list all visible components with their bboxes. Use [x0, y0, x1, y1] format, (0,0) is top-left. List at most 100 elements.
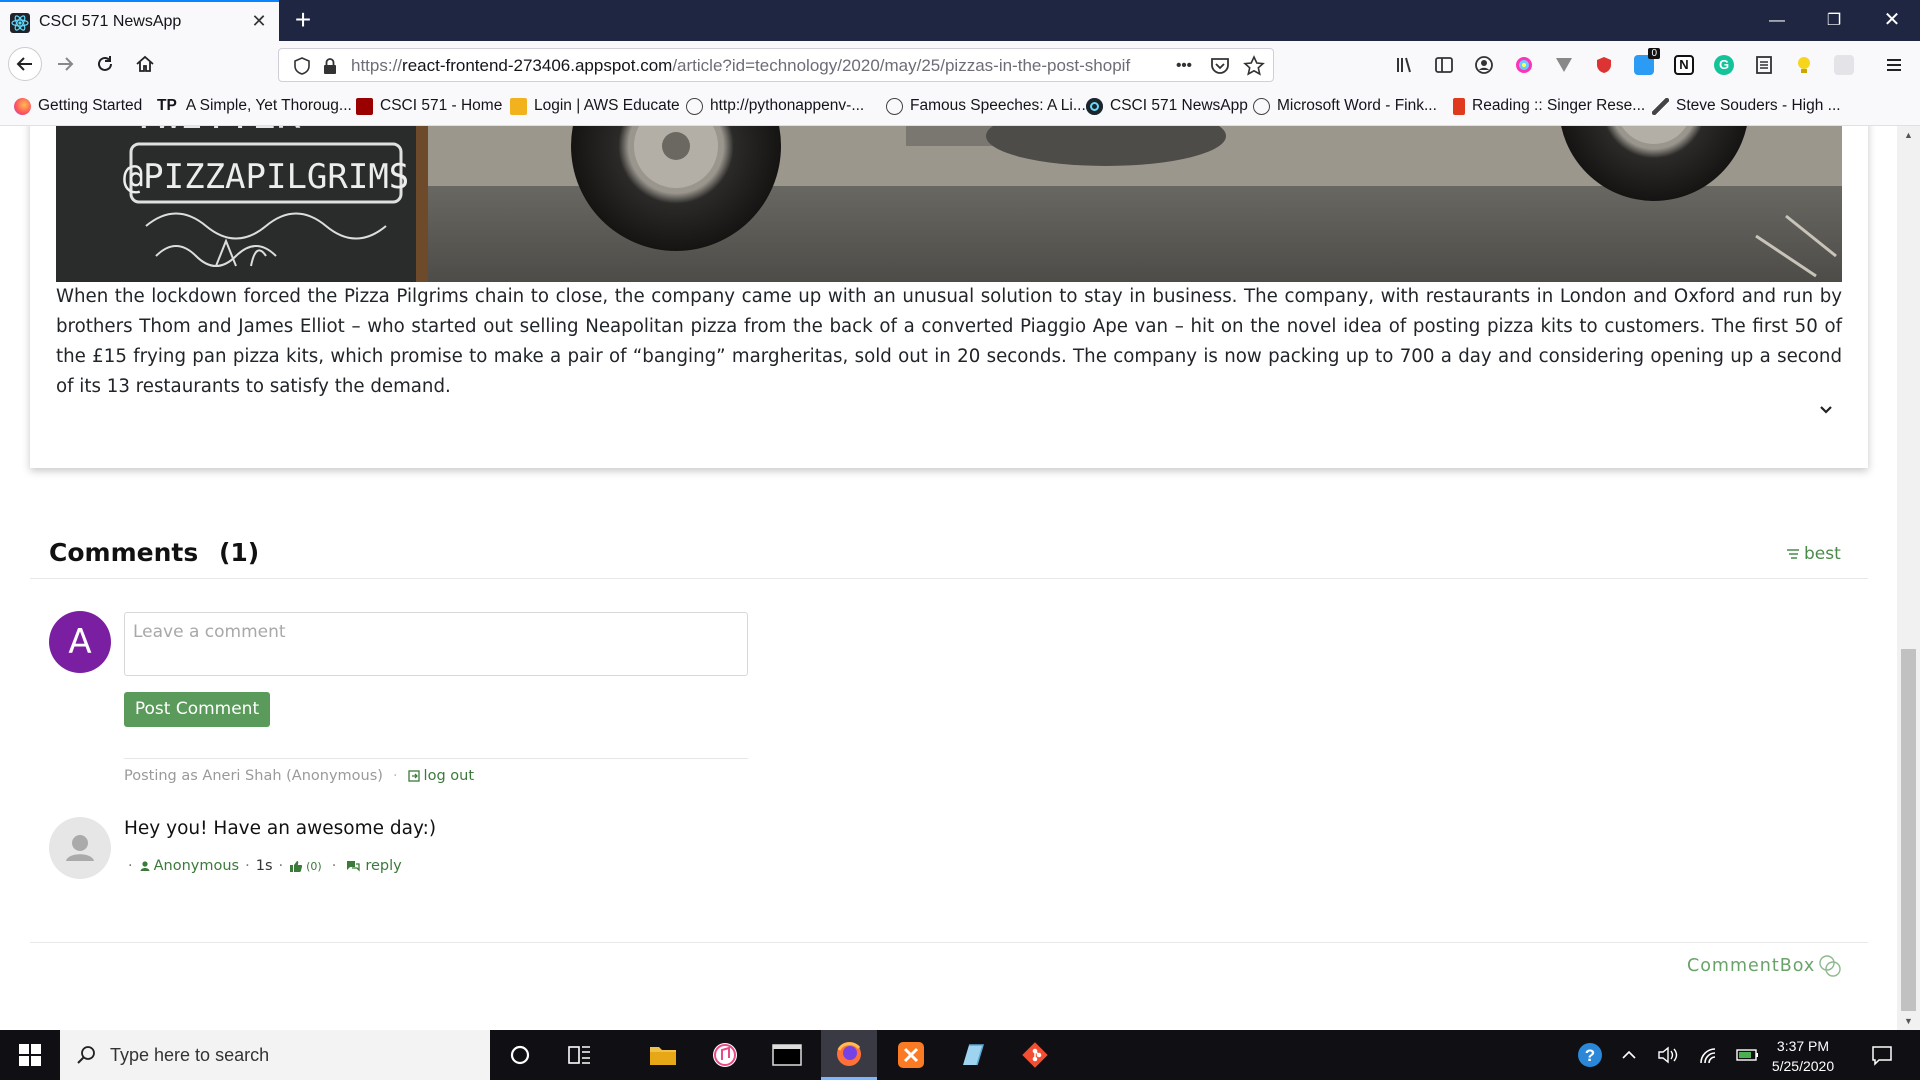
action-center-button[interactable] [1862, 1030, 1902, 1080]
address-bar[interactable]: https://react-frontend-273406.appspot.co… [278, 48, 1274, 82]
lock-icon[interactable] [321, 57, 339, 75]
comment-meta: · Anonymous · 1s · (0) · reply [122, 858, 402, 874]
tab-title: CSCI 571 NewsApp [39, 13, 182, 30]
color-picker-icon[interactable] [1514, 55, 1534, 75]
bookmark-pythonappenv[interactable]: http://pythonappenv-... [686, 96, 864, 116]
start-button[interactable] [0, 1030, 60, 1080]
windows-taskbar: Type here to search ? 3:37 PM 5/25/2020 [0, 1030, 1920, 1080]
page-actions-button[interactable]: ••• [1173, 55, 1195, 77]
reload-icon [98, 56, 112, 71]
extension-placeholder-icon[interactable] [1834, 55, 1854, 75]
lightbulb-icon[interactable] [1794, 55, 1814, 75]
task-view-button[interactable] [552, 1030, 608, 1080]
forward-button[interactable] [48, 47, 82, 81]
new-tab-button[interactable]: + [289, 6, 317, 34]
help-icon: ? [1578, 1043, 1602, 1067]
restore-button[interactable]: ❐ [1806, 0, 1862, 41]
close-tab-icon[interactable]: ✕ [248, 10, 270, 32]
taskbar-notepad[interactable] [945, 1030, 1001, 1080]
help-tray-button[interactable]: ? [1574, 1030, 1606, 1080]
comment-input[interactable] [124, 612, 748, 676]
reload-button[interactable] [88, 47, 122, 81]
bookmark-steve-souders[interactable]: Steve Souders - High ... [1652, 96, 1841, 116]
post-comment-button[interactable]: Post Comment [124, 692, 270, 727]
page-scrollbar[interactable]: ▲ ▼ [1897, 126, 1920, 1030]
hamburger-menu-icon[interactable] [1884, 55, 1904, 75]
vue-devtools-icon[interactable] [1554, 55, 1574, 75]
bookmark-getting-started[interactable]: Getting Started [14, 96, 142, 116]
music-icon [713, 1043, 737, 1067]
sort-best-button[interactable]: best [1786, 544, 1841, 564]
navigation-toolbar: https://react-frontend-273406.appspot.co… [0, 41, 1920, 86]
browser-tab[interactable]: CSCI 571 NewsApp ✕ [0, 0, 279, 41]
firefox-icon [837, 1041, 861, 1066]
sidebar-icon[interactable] [1434, 55, 1454, 75]
taskbar-git[interactable] [1007, 1030, 1063, 1080]
comments-title-text: Comments [49, 538, 199, 567]
bookmarks-toolbar: Getting Started TP A Simple, Yet Thoroug… [0, 86, 1920, 126]
network-tray-button[interactable] [1692, 1030, 1724, 1080]
logout-link[interactable]: log out [407, 768, 474, 784]
extension-badge-icon[interactable]: 0 [1634, 48, 1660, 75]
chevron-down-icon[interactable] [1818, 402, 1834, 418]
commentbox-brand-link[interactable]: CommentBox [1687, 954, 1843, 978]
cortana-button[interactable] [492, 1030, 548, 1080]
pocket-icon[interactable] [1209, 55, 1231, 77]
article-photo: TWITTER @PIZZAPILGRIMS [56, 126, 1842, 282]
bookmark-microsoft-word[interactable]: Microsoft Word - Fink... [1253, 96, 1437, 116]
library-icon[interactable] [1395, 55, 1415, 75]
scroll-down-arrow-icon[interactable]: ▼ [1901, 1014, 1916, 1028]
taskbar-itunes[interactable] [697, 1030, 753, 1080]
comments-heading: Comments (1) [49, 538, 259, 567]
bookmark-label: Microsoft Word - Fink... [1277, 97, 1437, 114]
like-button[interactable]: (0) [289, 860, 322, 873]
sign-handle-text: @PIZZAPILGRIMS [123, 157, 410, 197]
taskbar-xampp[interactable] [883, 1030, 939, 1080]
url-host: react-frontend-273406.appspot.com [402, 56, 673, 75]
bookmark-simple-yet-thorough[interactable]: TP A Simple, Yet Thoroug... [157, 96, 352, 116]
close-window-button[interactable]: ✕ [1864, 0, 1920, 41]
notion-icon[interactable]: N [1674, 55, 1694, 75]
wifi-icon [1700, 1048, 1716, 1064]
scrollbar-thumb[interactable] [1901, 649, 1916, 1011]
xampp-icon [898, 1042, 924, 1068]
taskbar-search-box[interactable]: Type here to search [60, 1030, 490, 1080]
bookmark-csci-571-newsapp[interactable]: CSCI 571 NewsApp [1086, 96, 1248, 116]
reply-button[interactable]: reply [346, 858, 402, 874]
grammarly-icon[interactable]: G [1714, 55, 1734, 75]
bookmark-famous-speeches[interactable]: Famous Speeches: A Li... [886, 96, 1086, 116]
scroll-up-arrow-icon[interactable]: ▲ [1901, 128, 1916, 142]
separator: · [245, 858, 250, 874]
article-body: When the lockdown forced the Pizza Pilgr… [56, 286, 1842, 397]
minimize-button[interactable]: — [1749, 0, 1805, 41]
windows-logo-icon [19, 1044, 41, 1066]
ublock-icon[interactable] [1594, 55, 1614, 75]
taskbar-file-explorer[interactable] [635, 1030, 691, 1080]
separator: · [392, 768, 398, 784]
shield-icon[interactable] [293, 57, 311, 75]
back-button[interactable] [8, 47, 42, 81]
show-hidden-icons-button[interactable] [1614, 1030, 1644, 1080]
bookmark-csci-571-home[interactable]: CSCI 571 - Home [356, 96, 502, 116]
notes-icon[interactable] [1754, 55, 1774, 75]
taskbar-clock[interactable]: 3:37 PM 5/25/2020 [1760, 1036, 1846, 1076]
article-card: TWITTER @PIZZAPILGRIMS When the lockdown [30, 126, 1868, 468]
bookmark-aws-educate[interactable]: Login | AWS Educate [510, 96, 680, 116]
globe-icon [1253, 97, 1270, 115]
aws-icon [510, 97, 527, 115]
home-button[interactable] [128, 47, 162, 81]
taskbar-terminal[interactable] [759, 1030, 815, 1080]
like-count: (0) [306, 859, 322, 873]
volume-tray-button[interactable] [1652, 1030, 1684, 1080]
bookmark-singer-research[interactable]: Reading :: Singer Rese... [1453, 96, 1645, 116]
taskbar-firefox[interactable] [821, 1030, 877, 1080]
commentbox-logo-icon [1819, 955, 1841, 977]
comment-author[interactable]: Anonymous [139, 858, 239, 874]
sort-label: best [1804, 544, 1841, 564]
user-icon [140, 861, 150, 871]
url-text[interactable]: https://react-frontend-273406.appspot.co… [351, 56, 1163, 76]
bookmark-star-icon[interactable] [1243, 55, 1265, 77]
url-path: /article?id=technology/2020/may/25/pizza… [672, 56, 1131, 75]
react-icon [1086, 97, 1103, 115]
account-icon[interactable] [1474, 55, 1494, 75]
